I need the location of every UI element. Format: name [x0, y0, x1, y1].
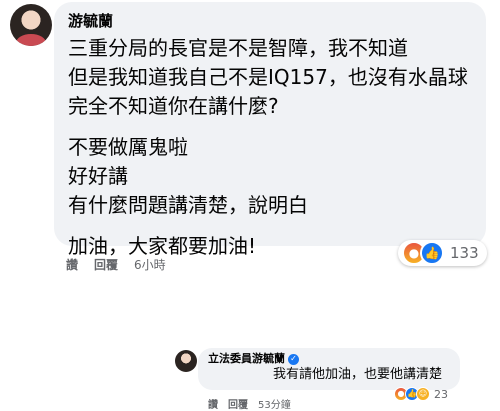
like-icon: 👍 [420, 241, 444, 265]
reply-actions: 讚 回覆 53分鐘 [208, 396, 291, 411]
haha-icon: ☺ [416, 387, 430, 401]
reply-reply-link[interactable]: 回覆 [228, 396, 248, 411]
reaction-count: 133 [450, 244, 479, 262]
timestamp[interactable]: 6小時 [134, 256, 166, 273]
comment-line: 有什麼問題講清楚，說明白 [68, 193, 308, 217]
reaction-summary[interactable]: ● 👍 133 [398, 240, 487, 266]
like-link[interactable]: 讚 [66, 256, 78, 273]
reply-like-link[interactable]: 讚 [208, 396, 218, 411]
reply-reaction-summary[interactable]: ● 👍 ☺ 23 [394, 387, 448, 401]
reply-author[interactable]: 立法委員游毓蘭 ✓ [208, 352, 450, 366]
reply-link[interactable]: 回覆 [94, 256, 118, 273]
reply-bubble: 立法委員游毓蘭 ✓ 我有請他加油，也要他講清楚 [198, 348, 460, 390]
comment-line: 但是我知道我自己不是IQ157，也沒有水晶球 [68, 65, 468, 89]
comment-actions: 讚 回覆 6小時 [66, 256, 166, 273]
reply-text: 我有請他加油，也要他講清楚 [272, 367, 442, 382]
comment-line: 不要做厲鬼啦 [68, 135, 188, 159]
comment-line: 完全不知道你在講什麼? [68, 94, 279, 118]
reply-avatar[interactable] [175, 350, 197, 372]
avatar[interactable] [10, 4, 52, 46]
reply-reaction-count: 23 [434, 387, 448, 401]
comment-line: 好好講 [68, 164, 128, 188]
comment-author[interactable]: 游毓蘭 [68, 12, 472, 30]
verified-badge-icon: ✓ [288, 353, 299, 365]
comment-line: 三重分局的長官是不是智障，我不知道 [68, 36, 408, 60]
reply-timestamp[interactable]: 53分鐘 [258, 396, 291, 411]
comment-bubble: 游毓蘭 三重分局的長官是不是智障，我不知道 但是我知道我自己不是IQ157，也沒… [54, 2, 486, 258]
avatar-shoulders [16, 34, 46, 46]
reply-author-name[interactable]: 立法委員游毓蘭 [208, 352, 285, 366]
